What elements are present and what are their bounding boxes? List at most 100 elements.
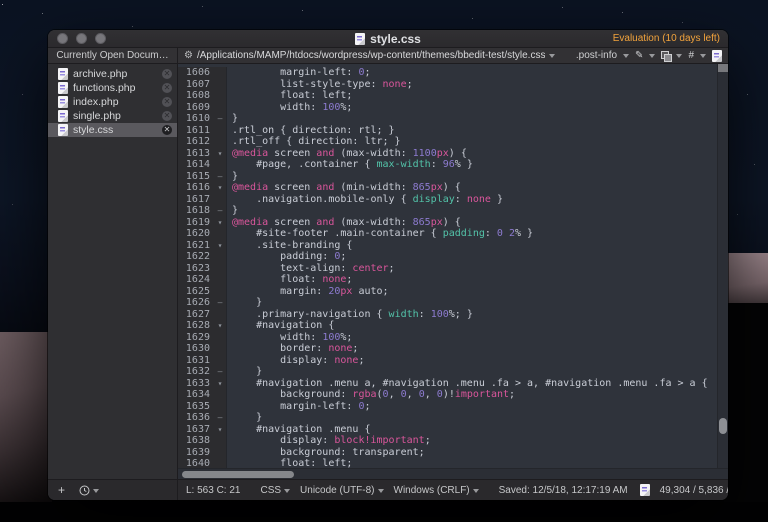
- code-line-1611[interactable]: 1611.rtl_on { direction: rtl; }: [178, 125, 717, 137]
- code-line-1606[interactable]: 1606 margin-left: 0;: [178, 67, 717, 79]
- code-line-1608[interactable]: 1608 float: left;: [178, 90, 717, 102]
- documents-icon[interactable]: [661, 51, 670, 60]
- code-line-1607[interactable]: 1607 list-style-type: none;: [178, 79, 717, 91]
- line-number: 1636: [178, 412, 214, 424]
- hash-chevron-icon[interactable]: [700, 54, 706, 61]
- documents-chevron-icon[interactable]: [676, 54, 682, 61]
- code-line-1620[interactable]: 1620 #site-footer .main-container { padd…: [178, 228, 717, 240]
- fold-marker-icon[interactable]: ▾: [214, 378, 227, 390]
- code-line-1627[interactable]: 1627 .primary-navigation { width: 100%; …: [178, 309, 717, 321]
- close-file-icon[interactable]: ✕: [162, 111, 172, 121]
- code-line-1628[interactable]: 1628▾ #navigation {: [178, 320, 717, 332]
- fold-marker-icon[interactable]: –: [214, 366, 227, 378]
- wallpaper-dark-right: [724, 303, 768, 522]
- context-selector-dropdown[interactable]: .post-info: [576, 50, 617, 61]
- code-line-1630[interactable]: 1630 border: none;: [178, 343, 717, 355]
- code-line-1617[interactable]: 1617 .navigation.mobile-only { display: …: [178, 194, 717, 206]
- fold-marker-icon[interactable]: –: [214, 171, 227, 183]
- language-dropdown[interactable]: CSS: [260, 485, 290, 496]
- vertical-scrollbar-thumb[interactable]: [719, 418, 727, 434]
- code-line-1616[interactable]: 1616▾@media screen and (min-width: 865px…: [178, 182, 717, 194]
- code-line-1622[interactable]: 1622 padding: 0;: [178, 251, 717, 263]
- code-line-1634[interactable]: 1634 background: rgba(0, 0, 0, 0)!import…: [178, 389, 717, 401]
- wallpaper-stars: [2, 4, 3, 5]
- fold-marker-icon[interactable]: ▾: [214, 217, 227, 229]
- code-line-1609[interactable]: 1609 width: 100%;: [178, 102, 717, 114]
- fold-marker-empty: [214, 309, 227, 321]
- code-line-1621[interactable]: 1621▾ .site-branding {: [178, 240, 717, 252]
- sidebar-file-archive.php[interactable]: archive.php✕: [48, 67, 177, 81]
- fold-marker-icon[interactable]: ▾: [214, 320, 227, 332]
- code-line-1618[interactable]: 1618–}: [178, 205, 717, 217]
- code-line-1613[interactable]: 1613▾@media screen and (max-width: 1100p…: [178, 148, 717, 160]
- fold-marker-icon[interactable]: ▾: [214, 182, 227, 194]
- code-line-1629[interactable]: 1629 width: 100%;: [178, 332, 717, 344]
- code-text: #page, .container { max-width: 96% }: [227, 159, 473, 171]
- sidebar-file-functions.php[interactable]: functions.php✕: [48, 81, 177, 95]
- vertical-scrollbar[interactable]: [717, 64, 728, 468]
- code-line-1610[interactable]: 1610–}: [178, 113, 717, 125]
- line-number: 1627: [178, 309, 214, 321]
- minimize-window-button[interactable]: [76, 33, 87, 44]
- fold-marker-icon[interactable]: –: [214, 205, 227, 217]
- open-documents-sidebar: archive.php✕functions.php✕index.php✕sing…: [48, 64, 178, 479]
- fold-marker-icon[interactable]: ▾: [214, 240, 227, 252]
- path-chevron-icon[interactable]: [549, 54, 555, 61]
- code-line-1631[interactable]: 1631 display: none;: [178, 355, 717, 367]
- line-number: 1639: [178, 447, 214, 459]
- code-line-1639[interactable]: 1639 background: transparent;: [178, 447, 717, 459]
- hash-icon[interactable]: #: [688, 50, 694, 61]
- file-path-dropdown[interactable]: /Applications/MAMP/htdocs/wordpress/wp-c…: [197, 50, 545, 61]
- wallpaper-dune-left: [0, 332, 52, 502]
- code-line-1614[interactable]: 1614 #page, .container { max-width: 96% …: [178, 159, 717, 171]
- recent-documents-button[interactable]: [79, 485, 99, 496]
- fold-marker-icon[interactable]: –: [214, 412, 227, 424]
- code-line-1612[interactable]: 1612.rtl_off { direction: ltr; }: [178, 136, 717, 148]
- code-line-1624[interactable]: 1624 float: none;: [178, 274, 717, 286]
- close-file-icon[interactable]: ✕: [162, 125, 172, 135]
- close-file-icon[interactable]: ✕: [162, 83, 172, 93]
- close-file-icon[interactable]: ✕: [162, 97, 172, 107]
- fold-marker-icon[interactable]: –: [214, 113, 227, 125]
- code-line-1636[interactable]: 1636– }: [178, 412, 717, 424]
- gear-icon[interactable]: ⚙: [184, 51, 193, 61]
- code-line-1619[interactable]: 1619▾@media screen and (max-width: 865px…: [178, 217, 717, 229]
- evaluation-badge: Evaluation (10 days left): [613, 33, 720, 44]
- code-line-1615[interactable]: 1615–}: [178, 171, 717, 183]
- code-line-1633[interactable]: 1633▾ #navigation .menu a, #navigation .…: [178, 378, 717, 390]
- code-line-1632[interactable]: 1632– }: [178, 366, 717, 378]
- code-text: list-style-type: none;: [227, 79, 413, 91]
- context-chevron-icon[interactable]: [623, 54, 629, 61]
- horizontal-scrollbar-thumb[interactable]: [182, 471, 294, 478]
- code-line-1635[interactable]: 1635 margin-left: 0;: [178, 401, 717, 413]
- pencil-icon[interactable]: ✎: [635, 50, 643, 61]
- fold-marker-icon[interactable]: –: [214, 297, 227, 309]
- code-line-1640[interactable]: 1640 float: left;: [178, 458, 717, 468]
- encoding-dropdown[interactable]: Unicode (UTF-8): [300, 485, 383, 496]
- zoom-window-button[interactable]: [95, 33, 106, 44]
- code-line-1625[interactable]: 1625 margin: 20px auto;: [178, 286, 717, 298]
- sidebar-file-index.php[interactable]: index.php✕: [48, 95, 177, 109]
- sidebar-file-single.php[interactable]: single.php✕: [48, 109, 177, 123]
- new-document-icon[interactable]: [712, 50, 722, 62]
- sidebar-file-style.css[interactable]: style.css✕: [48, 123, 177, 137]
- line-number: 1631: [178, 355, 214, 367]
- line-number: 1617: [178, 194, 214, 206]
- vertical-scrollbar-top[interactable]: [718, 64, 728, 72]
- code-line-1623[interactable]: 1623 text-align: center;: [178, 263, 717, 275]
- code-line-1637[interactable]: 1637▾ #navigation .menu {: [178, 424, 717, 436]
- code-lines[interactable]: 1606 margin-left: 0;1607 list-style-type…: [178, 64, 717, 468]
- code-text: @media screen and (max-width: 1100px) {: [227, 148, 467, 160]
- line-endings-dropdown[interactable]: Windows (CRLF): [394, 485, 479, 496]
- sidebar-header[interactable]: Currently Open Docum…: [48, 48, 178, 63]
- horizontal-scrollbar[interactable]: [178, 468, 728, 479]
- pencil-chevron-icon[interactable]: [649, 54, 655, 61]
- fold-marker-icon[interactable]: ▾: [214, 148, 227, 160]
- close-file-icon[interactable]: ✕: [162, 69, 172, 79]
- fold-marker-icon[interactable]: ▾: [214, 424, 227, 436]
- add-document-button[interactable]: +: [58, 483, 65, 497]
- close-window-button[interactable]: [57, 33, 68, 44]
- code-line-1638[interactable]: 1638 display: block!important;: [178, 435, 717, 447]
- code-line-1626[interactable]: 1626– }: [178, 297, 717, 309]
- line-number: 1638: [178, 435, 214, 447]
